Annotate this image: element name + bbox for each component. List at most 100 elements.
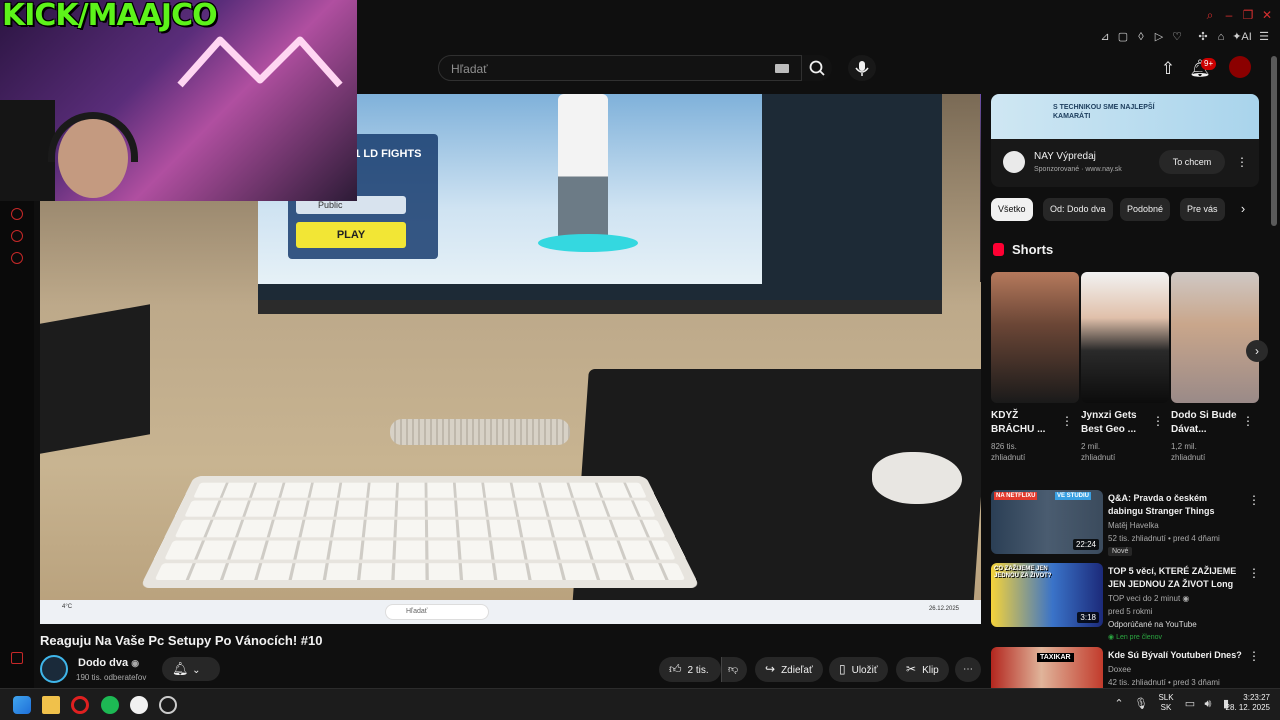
- tray-language[interactable]: SLK SK: [1152, 693, 1180, 713]
- verified-icon: ◉: [1182, 594, 1189, 603]
- search-button[interactable]: [802, 55, 832, 81]
- keyboard-icon[interactable]: [775, 64, 789, 73]
- menu-icon[interactable]: ☰: [1258, 31, 1270, 43]
- subscription-bell-button[interactable]: 🔔︎ ⌄: [162, 657, 220, 681]
- chip-related[interactable]: Podobné: [1120, 198, 1170, 221]
- bookmark-icon: ▯: [839, 662, 846, 676]
- channel-avatar[interactable]: [40, 655, 68, 683]
- share-button[interactable]: ↪ Zdieľať: [755, 657, 823, 682]
- share-icon: ↪: [765, 662, 775, 676]
- ad-banner-text: S TECHNIKOU SME NAJLEPŠÍ KAMARÁTI: [1053, 103, 1163, 121]
- rec-channel[interactable]: TOP veci do 2 minut ◉: [1108, 593, 1248, 604]
- tray-chevron-up-icon[interactable]: ⌃: [1112, 697, 1126, 711]
- rec-title[interactable]: TOP 5 věcí, KTERÉ ZAŽIJEME JEN JEDNOU ZA…: [1108, 565, 1244, 591]
- short-views-count: 1,2 mil.: [1171, 441, 1241, 452]
- close-icon[interactable]: ✕: [1260, 8, 1274, 22]
- history-icon[interactable]: [11, 208, 23, 220]
- keyboard: [140, 476, 700, 588]
- chip-for-you[interactable]: Pre vás: [1180, 198, 1225, 221]
- short-thumbnail[interactable]: [991, 272, 1079, 403]
- short-more-icon[interactable]: ⋮: [1242, 415, 1252, 427]
- ad-banner[interactable]: S TECHNIKOU SME NAJLEPŠÍ KAMARÁTI: [991, 94, 1259, 139]
- rec-title[interactable]: Q&A: Pravda o českém dabingu Stranger Th…: [1108, 492, 1244, 518]
- ai-icon[interactable]: ✦AI: [1232, 31, 1252, 43]
- rec-recommended: Odporúčané na YouTube: [1108, 619, 1248, 630]
- weather-text: 4°C: [62, 604, 72, 610]
- file-explorer-icon[interactable]: [42, 696, 60, 714]
- keyboard-cable: [390, 419, 570, 445]
- lock-icon[interactable]: ⌂: [1215, 31, 1227, 43]
- share-label: Zdieľať: [781, 665, 813, 676]
- bookmark-icon[interactable]: ▢: [1117, 31, 1129, 43]
- upload-icon[interactable]: ⇧: [1157, 58, 1179, 80]
- channel-subscribers: 190 tis. odberateľov: [76, 673, 146, 682]
- maximize-icon[interactable]: ❐: [1241, 8, 1255, 22]
- scrollbar[interactable]: [1271, 56, 1277, 226]
- video-title: Reaguju Na Vaše Pc Setupy Po Vánocích! #…: [40, 633, 323, 648]
- rec-thumbnail[interactable]: NA NETFLIXU VE STUDIU 22:24: [991, 490, 1103, 554]
- opera-gx-icon[interactable]: [71, 696, 89, 714]
- obs-icon[interactable]: [130, 696, 148, 714]
- ad-more-icon[interactable]: ⋮: [1236, 156, 1246, 168]
- clip-button[interactable]: ✂ Klip: [896, 657, 949, 682]
- thumb-text: CO ZAŽIJEME JEN JEDNOU ZA ŽIVOT?: [994, 566, 1054, 580]
- short-thumbnail[interactable]: [1171, 272, 1259, 403]
- tray-clock[interactable]: 3:23:27 28. 12. 2025: [1198, 693, 1270, 713]
- rec-channel[interactable]: Doxee: [1108, 664, 1248, 675]
- save-label: Uložiť: [852, 665, 878, 676]
- rec-more-icon[interactable]: ⋮: [1248, 650, 1258, 662]
- more-actions-button[interactable]: ⋯: [955, 657, 981, 682]
- rec-more-icon[interactable]: ⋮: [1248, 567, 1258, 579]
- puzzle-icon[interactable]: ✣: [1197, 31, 1209, 43]
- clip-label: Klip: [922, 665, 939, 676]
- rec-thumbnail[interactable]: TAXIKAR: [991, 647, 1103, 688]
- ad-card[interactable]: S TECHNIKOU SME NAJLEPŠÍ KAMARÁTI NAY Vý…: [991, 94, 1259, 187]
- short-views: 1,2 mil. zhliadnutí: [1171, 441, 1241, 463]
- like-button[interactable]: 👍︎ 2 tis.: [659, 657, 721, 682]
- ad-cta-button[interactable]: To chcem: [1159, 150, 1225, 174]
- search-input[interactable]: Hľadať: [438, 55, 802, 81]
- short-title[interactable]: Dodo Si Bude Dávat...: [1171, 409, 1243, 437]
- chip-all[interactable]: Všetko: [991, 198, 1033, 221]
- heart-icon[interactable]: ♡: [1171, 31, 1183, 43]
- rec-thumbnail[interactable]: CO ZAŽIJEME JEN JEDNOU ZA ŽIVOT? 3:18: [991, 563, 1103, 627]
- rec-more-icon[interactable]: ⋮: [1248, 494, 1258, 506]
- tray-mic-icon[interactable]: 🎙︎: [1134, 697, 1148, 711]
- chip-from-channel[interactable]: Od: Dodo dva: [1043, 198, 1113, 221]
- channel-name[interactable]: Dodo dva ◉: [78, 657, 139, 669]
- short-views: 826 tis. zhliadnutí: [991, 441, 1061, 463]
- short-more-icon[interactable]: ⋮: [1061, 415, 1071, 427]
- pin-icon[interactable]: ⊿: [1099, 31, 1111, 43]
- tray-network-icon[interactable]: ▭: [1183, 697, 1197, 711]
- chevron-right-icon[interactable]: ›: [1234, 200, 1252, 218]
- short-thumbnail[interactable]: [1081, 272, 1169, 403]
- save-button[interactable]: ▯ Uložiť: [829, 657, 888, 682]
- rec-channel[interactable]: Matěj Havelka: [1108, 520, 1248, 531]
- notification-badge: 9+: [1201, 58, 1216, 70]
- rec-channel-name: TOP veci do 2 minut: [1108, 594, 1180, 603]
- gx-icon[interactable]: [11, 652, 23, 664]
- search-tabs-icon[interactable]: ⌕: [1203, 8, 1217, 22]
- rec-title[interactable]: Kde Sú Bývalí Youtuberi Dnes?: [1108, 649, 1244, 662]
- short-views: 2 mil. zhliadnutí: [1081, 441, 1151, 463]
- minimize-icon[interactable]: –: [1222, 8, 1236, 22]
- app-icon[interactable]: [159, 696, 177, 714]
- windows-start-icon[interactable]: [13, 696, 31, 714]
- short-title[interactable]: Jynxzi Gets Best Geo ...: [1081, 409, 1153, 437]
- settings-icon[interactable]: [11, 252, 23, 264]
- mouse: [872, 452, 962, 504]
- shorts-next-button[interactable]: ›: [1246, 340, 1268, 362]
- tray-language-1: SLK: [1152, 693, 1180, 703]
- play-icon[interactable]: ▷: [1153, 31, 1165, 43]
- spotify-icon[interactable]: [101, 696, 119, 714]
- dislike-button[interactable]: 👎︎: [721, 657, 747, 682]
- extensions-icon[interactable]: [11, 230, 23, 242]
- short-title[interactable]: KDYŽ BRÁCHU ...: [991, 409, 1063, 437]
- voice-search-button[interactable]: [848, 55, 876, 81]
- short-more-icon[interactable]: ⋮: [1152, 415, 1162, 427]
- video-taskbar-date: 26.12.2025: [929, 606, 959, 612]
- search-placeholder: Hľadať: [451, 62, 488, 76]
- shield-icon[interactable]: ◊: [1135, 31, 1147, 43]
- account-avatar[interactable]: [1229, 56, 1251, 78]
- streamer-facecam: KICK/MAAJCO: [0, 0, 357, 201]
